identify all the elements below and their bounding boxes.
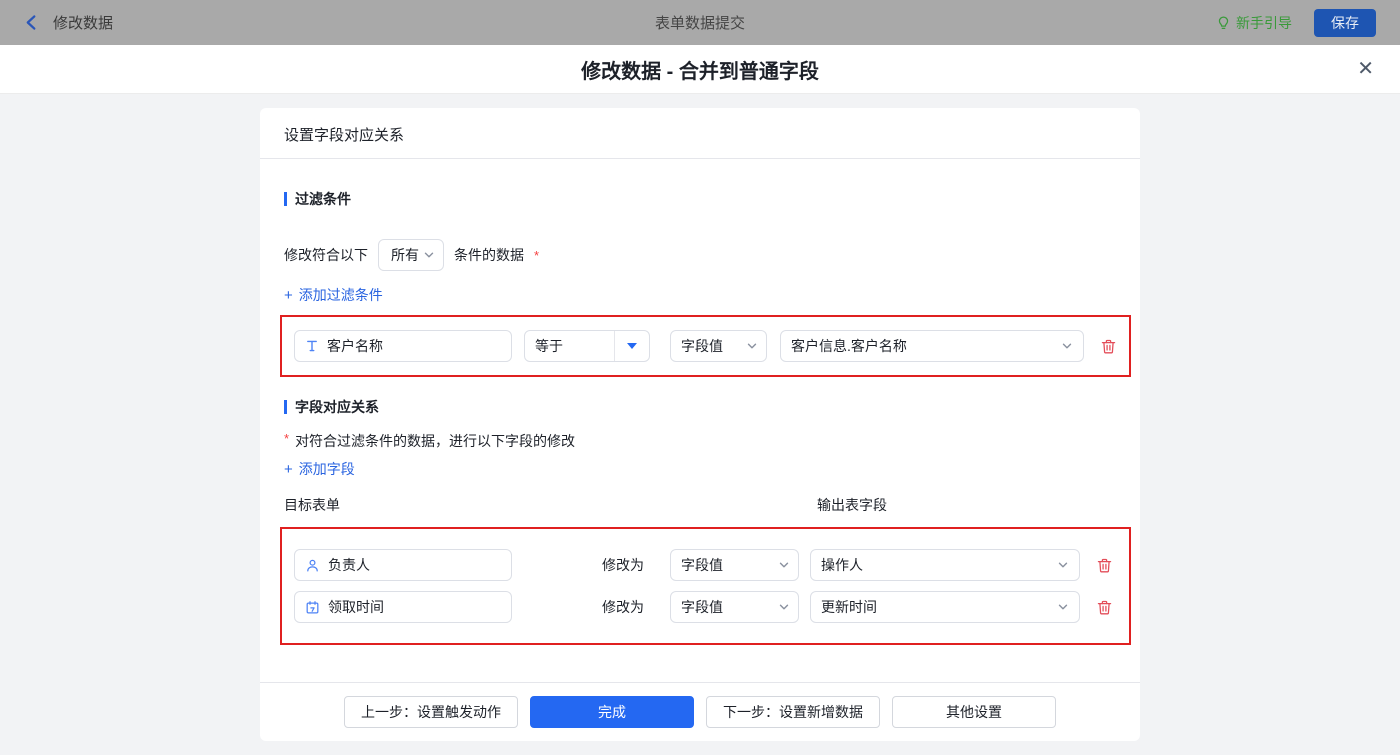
target-field-value: 负责人 xyxy=(328,557,370,573)
back-label: 修改数据 xyxy=(53,15,114,32)
caret-down-icon xyxy=(627,343,637,349)
chevron-down-icon xyxy=(779,604,789,610)
close-icon[interactable]: ✕ xyxy=(1357,59,1374,79)
filter-section-title: 过滤条件 xyxy=(284,189,1116,209)
match-mode-value: 所有 xyxy=(391,247,419,263)
guide-label: 新手引导 xyxy=(1236,14,1292,31)
delete-mapping-button[interactable] xyxy=(1096,599,1113,616)
other-settings-button[interactable]: 其他设置 xyxy=(892,696,1056,728)
target-field-value: 领取时间 xyxy=(328,599,384,615)
chevron-down-icon xyxy=(1058,604,1068,610)
column-target-form: 目标表单 xyxy=(284,497,340,513)
topbar-title: 表单数据提交 xyxy=(654,15,746,32)
trash-icon xyxy=(1097,558,1112,572)
modify-to-label: 修改为 xyxy=(602,557,644,573)
chevron-down-icon xyxy=(1058,562,1068,568)
mapping-value-type: 字段值 xyxy=(681,599,723,615)
section-bar xyxy=(284,192,287,206)
condition-operator-select[interactable]: 等于 xyxy=(524,330,650,362)
dialog-body: 设置字段对应关系 过滤条件 修改符合以下 所有 条件的数据 * + 添加过滤条件 xyxy=(0,108,1400,755)
delete-condition-button[interactable] xyxy=(1100,338,1117,355)
chevron-down-icon xyxy=(747,343,757,349)
save-button[interactable]: 保存 xyxy=(1314,8,1376,37)
mapping-description-text: 对符合过滤条件的数据，进行以下字段的修改 xyxy=(295,433,576,449)
condition-field-value: 客户名称 xyxy=(327,338,383,354)
trash-icon xyxy=(1101,339,1116,353)
card-header-title: 设置字段对应关系 xyxy=(260,108,1140,159)
output-field-select[interactable]: 更新时间 xyxy=(810,591,1080,623)
mapping-value-type: 字段值 xyxy=(681,557,723,573)
card-content: 过滤条件 修改符合以下 所有 条件的数据 * + 添加过滤条件 客户名称 等于 … xyxy=(260,159,1140,682)
condition-value-select[interactable]: 客户信息.客户名称 xyxy=(780,330,1084,362)
mapping-section-label: 字段对应关系 xyxy=(295,399,379,415)
dialog-title: 修改数据 - 合并到普通字段 xyxy=(581,60,819,83)
match-mode-select[interactable]: 所有 xyxy=(378,239,444,271)
add-field-link[interactable]: + 添加字段 xyxy=(284,459,355,479)
lightbulb-icon xyxy=(1216,15,1231,31)
add-filter-condition-link[interactable]: + 添加过滤条件 xyxy=(284,285,383,305)
filter-condition-highlight-box: 客户名称 等于 字段值 客户信息.客户名称 xyxy=(280,315,1131,377)
topbar-actions: 新手引导 保存 xyxy=(1216,8,1376,37)
user-icon xyxy=(307,559,318,571)
mapping-description: * 对符合过滤条件的数据，进行以下字段的修改 xyxy=(284,431,1116,451)
target-field-input[interactable]: 领取时间 xyxy=(294,591,512,623)
mapping-row: 领取时间 修改为 字段值 更新时间 xyxy=(294,591,1117,623)
sentence-prefix: 修改符合以下 xyxy=(284,247,368,263)
mapping-value-type-select[interactable]: 字段值 xyxy=(670,591,799,623)
chevron-down-icon xyxy=(779,562,789,568)
field-mapping-highlight-box: 负责人 修改为 字段值 操作人 领取时间 修改为 字段值 更新时间 xyxy=(280,527,1131,645)
back-button[interactable]: 修改数据 xyxy=(24,12,113,33)
chevron-down-icon xyxy=(424,252,434,258)
mapping-row: 负责人 修改为 字段值 操作人 xyxy=(294,549,1117,581)
chevron-down-icon xyxy=(1062,343,1072,349)
prev-step-button[interactable]: 上一步：设置触发动作 xyxy=(344,696,518,728)
plus-icon: + xyxy=(284,460,293,478)
settings-card: 设置字段对应关系 过滤条件 修改符合以下 所有 条件的数据 * + 添加过滤条件 xyxy=(260,108,1140,741)
condition-value-type-select[interactable]: 字段值 xyxy=(670,330,767,362)
output-field-value: 操作人 xyxy=(821,557,863,573)
output-field-value: 更新时间 xyxy=(821,599,877,615)
filter-match-sentence: 修改符合以下 所有 条件的数据 * xyxy=(284,239,1116,271)
add-filter-condition-label: 添加过滤条件 xyxy=(298,287,383,303)
calendar-icon xyxy=(306,600,319,613)
operator-dropdown-button[interactable] xyxy=(614,331,649,361)
mapping-value-type-select[interactable]: 字段值 xyxy=(670,549,799,581)
required-asterisk: * xyxy=(284,431,290,446)
add-field-label: 添加字段 xyxy=(298,461,355,477)
condition-operator-value: 等于 xyxy=(535,338,563,354)
filter-section-label: 过滤条件 xyxy=(295,191,351,207)
condition-field-input[interactable]: 客户名称 xyxy=(294,330,512,362)
condition-value: 客户信息.客户名称 xyxy=(791,338,907,354)
wizard-footer: 上一步：设置触发动作 完成 下一步：设置新增数据 其他设置 xyxy=(260,682,1140,741)
next-step-button[interactable]: 下一步：设置新增数据 xyxy=(706,696,880,728)
column-output-field: 输出表字段 xyxy=(817,497,887,513)
back-chevron-icon xyxy=(24,14,39,31)
done-button[interactable]: 完成 xyxy=(530,696,694,728)
plus-icon: + xyxy=(284,286,293,304)
mapping-columns-header: 目标表单 输出表字段 xyxy=(284,495,1116,515)
section-bar xyxy=(284,400,287,414)
guide-link[interactable]: 新手引导 xyxy=(1216,13,1292,33)
condition-value-type: 字段值 xyxy=(681,338,723,354)
required-asterisk: * xyxy=(534,247,540,263)
sentence-suffix: 条件的数据 xyxy=(454,247,524,263)
topbar: 修改数据 表单数据提交 新手引导 保存 xyxy=(0,0,1400,45)
trash-icon xyxy=(1097,600,1112,614)
delete-mapping-button[interactable] xyxy=(1096,557,1113,574)
target-field-input[interactable]: 负责人 xyxy=(294,549,512,581)
mapping-section-title: 字段对应关系 xyxy=(284,397,1116,417)
modify-to-label: 修改为 xyxy=(602,599,644,615)
text-field-icon xyxy=(307,340,317,352)
output-field-select[interactable]: 操作人 xyxy=(810,549,1080,581)
dialog-header: 修改数据 - 合并到普通字段 ✕ xyxy=(0,45,1400,94)
